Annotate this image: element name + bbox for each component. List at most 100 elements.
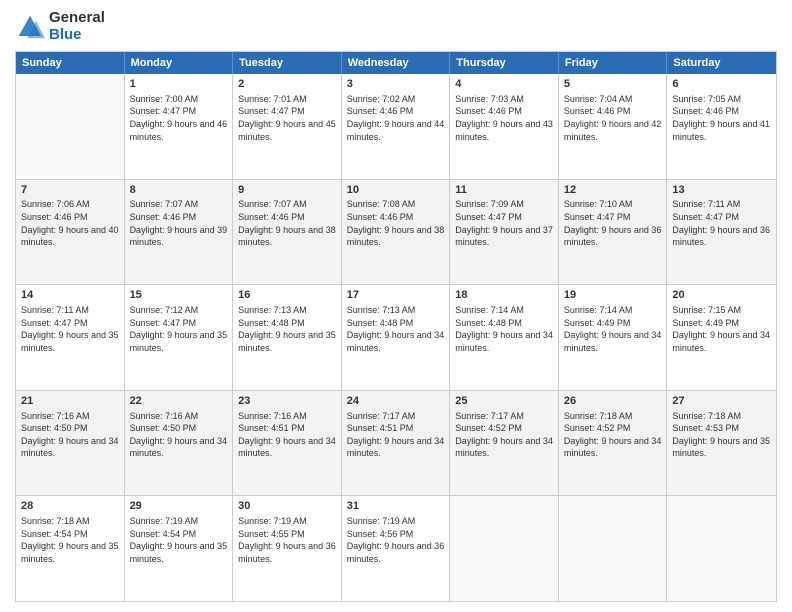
cal-cell-1-4: 11Sunrise: 7:09 AM Sunset: 4:47 PM Dayli…	[450, 180, 559, 285]
cal-cell-4-6	[667, 496, 776, 601]
cal-cell-2-2: 16Sunrise: 7:13 AM Sunset: 4:48 PM Dayli…	[233, 285, 342, 390]
day-number: 6	[672, 77, 771, 92]
cal-cell-1-2: 9Sunrise: 7:07 AM Sunset: 4:46 PM Daylig…	[233, 180, 342, 285]
day-number: 23	[238, 394, 336, 409]
day-number: 26	[564, 394, 662, 409]
cal-cell-3-0: 21Sunrise: 7:16 AM Sunset: 4:50 PM Dayli…	[16, 391, 125, 496]
day-number: 18	[455, 288, 553, 303]
calendar-row-0: 1Sunrise: 7:00 AM Sunset: 4:47 PM Daylig…	[16, 74, 776, 179]
cal-cell-3-4: 25Sunrise: 7:17 AM Sunset: 4:52 PM Dayli…	[450, 391, 559, 496]
day-number: 10	[347, 183, 445, 198]
day-number: 11	[455, 183, 553, 198]
cell-info: Sunrise: 7:16 AM Sunset: 4:50 PM Dayligh…	[21, 410, 119, 460]
cal-cell-0-2: 2Sunrise: 7:01 AM Sunset: 4:47 PM Daylig…	[233, 74, 342, 179]
day-number: 19	[564, 288, 662, 303]
cell-info: Sunrise: 7:17 AM Sunset: 4:51 PM Dayligh…	[347, 410, 445, 460]
cell-info: Sunrise: 7:07 AM Sunset: 4:46 PM Dayligh…	[130, 198, 228, 248]
cal-cell-1-5: 12Sunrise: 7:10 AM Sunset: 4:47 PM Dayli…	[559, 180, 668, 285]
cell-info: Sunrise: 7:08 AM Sunset: 4:46 PM Dayligh…	[347, 198, 445, 248]
cell-info: Sunrise: 7:09 AM Sunset: 4:47 PM Dayligh…	[455, 198, 553, 248]
cal-cell-4-4	[450, 496, 559, 601]
day-header-friday: Friday	[559, 52, 668, 74]
day-header-saturday: Saturday	[667, 52, 776, 74]
cell-info: Sunrise: 7:01 AM Sunset: 4:47 PM Dayligh…	[238, 93, 336, 143]
cell-info: Sunrise: 7:10 AM Sunset: 4:47 PM Dayligh…	[564, 198, 662, 248]
day-number: 1	[130, 77, 228, 92]
cal-cell-1-3: 10Sunrise: 7:08 AM Sunset: 4:46 PM Dayli…	[342, 180, 451, 285]
cal-cell-2-0: 14Sunrise: 7:11 AM Sunset: 4:47 PM Dayli…	[16, 285, 125, 390]
cal-cell-2-4: 18Sunrise: 7:14 AM Sunset: 4:48 PM Dayli…	[450, 285, 559, 390]
cal-cell-1-6: 13Sunrise: 7:11 AM Sunset: 4:47 PM Dayli…	[667, 180, 776, 285]
cell-info: Sunrise: 7:11 AM Sunset: 4:47 PM Dayligh…	[21, 304, 119, 354]
cal-cell-3-2: 23Sunrise: 7:16 AM Sunset: 4:51 PM Dayli…	[233, 391, 342, 496]
day-number: 15	[130, 288, 228, 303]
day-number: 30	[238, 499, 336, 514]
calendar-row-1: 7Sunrise: 7:06 AM Sunset: 4:46 PM Daylig…	[16, 179, 776, 285]
day-number: 29	[130, 499, 228, 514]
cal-cell-3-5: 26Sunrise: 7:18 AM Sunset: 4:52 PM Dayli…	[559, 391, 668, 496]
cell-info: Sunrise: 7:18 AM Sunset: 4:52 PM Dayligh…	[564, 410, 662, 460]
cell-info: Sunrise: 7:19 AM Sunset: 4:55 PM Dayligh…	[238, 515, 336, 565]
day-number: 17	[347, 288, 445, 303]
calendar-row-3: 21Sunrise: 7:16 AM Sunset: 4:50 PM Dayli…	[16, 390, 776, 496]
cell-info: Sunrise: 7:19 AM Sunset: 4:56 PM Dayligh…	[347, 515, 445, 565]
cal-cell-0-3: 3Sunrise: 7:02 AM Sunset: 4:46 PM Daylig…	[342, 74, 451, 179]
page-header: General Blue	[15, 10, 777, 43]
cal-cell-2-3: 17Sunrise: 7:13 AM Sunset: 4:48 PM Dayli…	[342, 285, 451, 390]
cal-cell-0-0	[16, 74, 125, 179]
day-number: 2	[238, 77, 336, 92]
cell-info: Sunrise: 7:03 AM Sunset: 4:46 PM Dayligh…	[455, 93, 553, 143]
cell-info: Sunrise: 7:13 AM Sunset: 4:48 PM Dayligh…	[238, 304, 336, 354]
cell-info: Sunrise: 7:12 AM Sunset: 4:47 PM Dayligh…	[130, 304, 228, 354]
day-number: 21	[21, 394, 119, 409]
day-number: 25	[455, 394, 553, 409]
calendar-row-4: 28Sunrise: 7:18 AM Sunset: 4:54 PM Dayli…	[16, 495, 776, 601]
cell-info: Sunrise: 7:16 AM Sunset: 4:51 PM Dayligh…	[238, 410, 336, 460]
page-container: General Blue SundayMondayTuesdayWednesda…	[0, 0, 792, 612]
cell-info: Sunrise: 7:14 AM Sunset: 4:49 PM Dayligh…	[564, 304, 662, 354]
day-number: 16	[238, 288, 336, 303]
day-header-wednesday: Wednesday	[342, 52, 451, 74]
calendar-row-2: 14Sunrise: 7:11 AM Sunset: 4:47 PM Dayli…	[16, 284, 776, 390]
cal-cell-3-6: 27Sunrise: 7:18 AM Sunset: 4:53 PM Dayli…	[667, 391, 776, 496]
cell-info: Sunrise: 7:19 AM Sunset: 4:54 PM Dayligh…	[130, 515, 228, 565]
day-header-sunday: Sunday	[16, 52, 125, 74]
day-number: 3	[347, 77, 445, 92]
cal-cell-0-4: 4Sunrise: 7:03 AM Sunset: 4:46 PM Daylig…	[450, 74, 559, 179]
cell-info: Sunrise: 7:07 AM Sunset: 4:46 PM Dayligh…	[238, 198, 336, 248]
cal-cell-4-2: 30Sunrise: 7:19 AM Sunset: 4:55 PM Dayli…	[233, 496, 342, 601]
cal-cell-2-5: 19Sunrise: 7:14 AM Sunset: 4:49 PM Dayli…	[559, 285, 668, 390]
cal-cell-1-1: 8Sunrise: 7:07 AM Sunset: 4:46 PM Daylig…	[125, 180, 234, 285]
cal-cell-0-5: 5Sunrise: 7:04 AM Sunset: 4:46 PM Daylig…	[559, 74, 668, 179]
day-number: 24	[347, 394, 445, 409]
calendar-header: SundayMondayTuesdayWednesdayThursdayFrid…	[16, 52, 776, 74]
day-number: 13	[672, 183, 771, 198]
cell-info: Sunrise: 7:04 AM Sunset: 4:46 PM Dayligh…	[564, 93, 662, 143]
cell-info: Sunrise: 7:16 AM Sunset: 4:50 PM Dayligh…	[130, 410, 228, 460]
day-number: 9	[238, 183, 336, 198]
cal-cell-3-1: 22Sunrise: 7:16 AM Sunset: 4:50 PM Dayli…	[125, 391, 234, 496]
logo-blue: Blue	[49, 26, 82, 43]
cell-info: Sunrise: 7:15 AM Sunset: 4:49 PM Dayligh…	[672, 304, 771, 354]
cal-cell-4-0: 28Sunrise: 7:18 AM Sunset: 4:54 PM Dayli…	[16, 496, 125, 601]
cell-info: Sunrise: 7:11 AM Sunset: 4:47 PM Dayligh…	[672, 198, 771, 248]
day-header-monday: Monday	[125, 52, 234, 74]
cell-info: Sunrise: 7:18 AM Sunset: 4:53 PM Dayligh…	[672, 410, 771, 460]
calendar-body: 1Sunrise: 7:00 AM Sunset: 4:47 PM Daylig…	[16, 74, 776, 601]
day-number: 4	[455, 77, 553, 92]
cell-info: Sunrise: 7:17 AM Sunset: 4:52 PM Dayligh…	[455, 410, 553, 460]
day-number: 31	[347, 499, 445, 514]
cell-info: Sunrise: 7:06 AM Sunset: 4:46 PM Dayligh…	[21, 198, 119, 248]
calendar: SundayMondayTuesdayWednesdayThursdayFrid…	[15, 51, 777, 602]
logo-text: General Blue	[49, 10, 105, 43]
cal-cell-1-0: 7Sunrise: 7:06 AM Sunset: 4:46 PM Daylig…	[16, 180, 125, 285]
cal-cell-0-6: 6Sunrise: 7:05 AM Sunset: 4:46 PM Daylig…	[667, 74, 776, 179]
day-number: 22	[130, 394, 228, 409]
cal-cell-2-6: 20Sunrise: 7:15 AM Sunset: 4:49 PM Dayli…	[667, 285, 776, 390]
day-number: 8	[130, 183, 228, 198]
cell-info: Sunrise: 7:05 AM Sunset: 4:46 PM Dayligh…	[672, 93, 771, 143]
cell-info: Sunrise: 7:02 AM Sunset: 4:46 PM Dayligh…	[347, 93, 445, 143]
cal-cell-4-5	[559, 496, 668, 601]
cal-cell-2-1: 15Sunrise: 7:12 AM Sunset: 4:47 PM Dayli…	[125, 285, 234, 390]
cal-cell-0-1: 1Sunrise: 7:00 AM Sunset: 4:47 PM Daylig…	[125, 74, 234, 179]
